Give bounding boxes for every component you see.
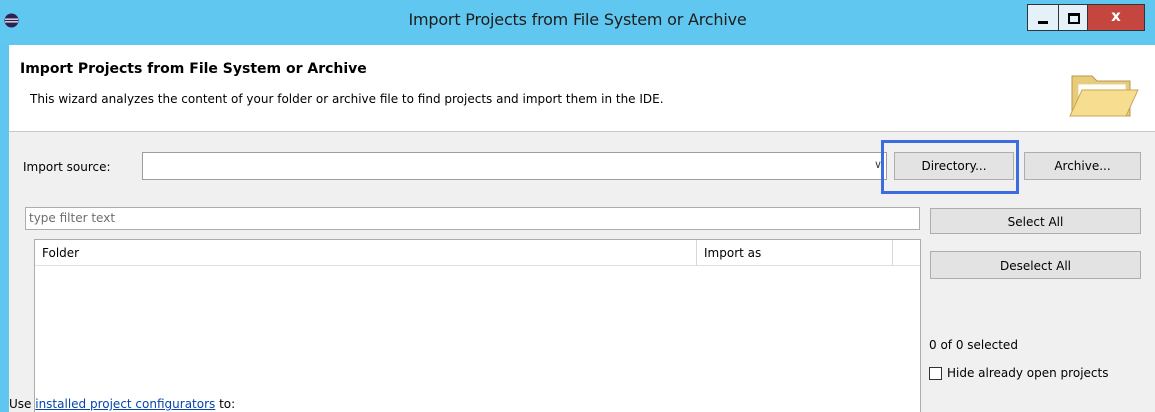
deselect-all-button[interactable]: Deselect All: [930, 251, 1141, 279]
hide-open-projects-label[interactable]: Hide already open projects: [947, 366, 1108, 380]
import-source-label: Import source:: [23, 160, 111, 174]
page-description: This wizard analyzes the content of your…: [30, 92, 664, 106]
hide-open-projects-checkbox[interactable]: [929, 367, 942, 380]
archive-button[interactable]: Archive...: [1024, 152, 1141, 180]
minimize-button[interactable]: [1027, 4, 1058, 31]
maximize-button[interactable]: [1058, 4, 1088, 31]
column-header-import-as[interactable]: Import as: [697, 240, 893, 266]
column-header-filler: [893, 240, 920, 266]
folder-icon: [1069, 75, 1139, 117]
page-title: Import Projects from File System or Arch…: [20, 61, 367, 77]
title-bar: Import Projects from File System or Arch…: [0, 0, 1155, 45]
select-all-button[interactable]: Select All: [930, 208, 1141, 234]
close-icon: x: [1111, 7, 1121, 25]
minimize-icon: [1038, 21, 1048, 24]
column-header-folder[interactable]: Folder: [35, 240, 697, 266]
installed-configurators-link[interactable]: installed project configurators: [35, 397, 215, 411]
configurators-text: Use installed project configurators to:: [9, 397, 235, 411]
import-wizard-dialog: Import Projects from File System or Arch…: [9, 45, 1155, 412]
window-title: Import Projects from File System or Arch…: [408, 10, 747, 29]
directory-highlight-box: [881, 140, 1019, 194]
maximize-icon: [1068, 13, 1080, 24]
import-source-combo[interactable]: ∨: [142, 152, 887, 180]
projects-table[interactable]: Folder Import as: [34, 239, 921, 412]
close-button[interactable]: x: [1088, 4, 1145, 31]
configurators-suffix: to:: [215, 397, 236, 411]
filter-input[interactable]: type filter text: [25, 207, 920, 230]
wizard-header: Import Projects from File System or Arch…: [9, 45, 1155, 132]
configurators-prefix: Use: [9, 397, 36, 411]
selection-count: 0 of 0 selected: [929, 338, 1018, 352]
